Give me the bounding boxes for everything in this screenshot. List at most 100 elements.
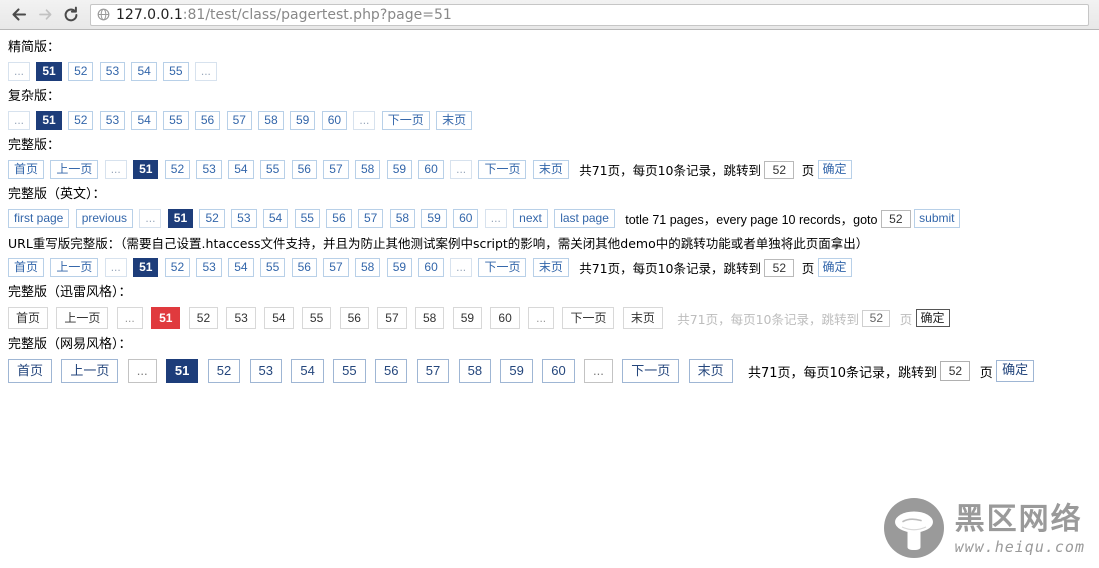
pager-page-55[interactable]: 55 <box>294 209 320 228</box>
pager-first-page[interactable]: 首页 <box>8 258 45 277</box>
pager-page-59[interactable]: 59 <box>386 258 413 277</box>
pager-page-54[interactable]: 54 <box>131 62 157 81</box>
address-bar[interactable]: 127.0.0.1:81/test/class/pagertest.php?pa… <box>90 3 1089 26</box>
pager-last-page[interactable]: 末页 <box>436 111 473 130</box>
pager-page-53[interactable]: 53 <box>226 307 256 329</box>
pager-page-53[interactable]: 53 <box>196 258 222 277</box>
pager-first-page[interactable]: 首页 <box>8 359 53 383</box>
pager-ellipsis[interactable]: ... <box>139 209 162 228</box>
jump-submit-button[interactable]: 确定 <box>915 309 950 327</box>
pager-last-page[interactable]: 末页 <box>532 160 569 179</box>
pager-page-52[interactable]: 52 <box>207 359 241 383</box>
pager-previous-page[interactable]: previous <box>75 209 134 228</box>
pager-page-52[interactable]: 52 <box>68 62 94 81</box>
pager-page-54[interactable]: 54 <box>228 160 254 179</box>
pager-last-page[interactable]: 末页 <box>532 258 569 277</box>
pager-current-page[interactable]: 51 <box>151 307 181 329</box>
pager-page-58[interactable]: 58 <box>258 111 284 130</box>
pager-page-60[interactable]: 60 <box>490 307 520 329</box>
pager-page-52[interactable]: 52 <box>188 307 219 329</box>
pager-last-page[interactable]: last page <box>554 209 615 228</box>
pager-last-page[interactable]: 末页 <box>622 307 663 329</box>
forward-button[interactable] <box>32 2 58 28</box>
pager-ellipsis[interactable]: ... <box>450 160 473 179</box>
jump-page-input[interactable] <box>764 160 795 179</box>
pager-page-56[interactable]: 56 <box>339 307 369 329</box>
pager-current-page[interactable]: 51 <box>36 62 62 81</box>
back-button[interactable] <box>6 2 32 28</box>
pager-page-57[interactable]: 57 <box>416 359 450 383</box>
pager-page-54[interactable]: 54 <box>262 209 289 228</box>
pager-page-60[interactable]: 60 <box>453 209 479 228</box>
pager-page-59[interactable]: 59 <box>421 209 447 228</box>
pager-page-55[interactable]: 55 <box>163 62 189 81</box>
pager-ellipsis[interactable]: ... <box>484 209 507 228</box>
pager-next-page[interactable]: 下一页 <box>478 258 527 277</box>
pager-page-59[interactable]: 59 <box>289 111 316 130</box>
jump-page-input[interactable] <box>862 309 891 327</box>
pager-page-60[interactable]: 60 <box>542 359 575 383</box>
jump-submit-button[interactable]: submit <box>914 209 960 228</box>
pager-page-60[interactable]: 60 <box>418 160 444 179</box>
pager-first-page[interactable]: first page <box>8 209 70 228</box>
pager-next-page[interactable]: 下一页 <box>562 307 615 329</box>
pager-page-53[interactable]: 53 <box>249 359 282 383</box>
pager-previous-page[interactable]: 上一页 <box>61 359 119 383</box>
pager-ellipsis[interactable]: ... <box>194 62 217 81</box>
pager-page-57[interactable]: 57 <box>323 160 349 179</box>
pager-page-55[interactable]: 55 <box>259 258 286 277</box>
jump-page-input[interactable] <box>880 209 911 228</box>
pager-page-56[interactable]: 56 <box>194 111 221 130</box>
pager-ellipsis[interactable]: ... <box>584 359 613 383</box>
pager-next-page[interactable]: 下一页 <box>622 359 680 383</box>
pager-page-54[interactable]: 54 <box>131 111 157 130</box>
pager-page-60[interactable]: 60 <box>418 258 444 277</box>
pager-last-page[interactable]: 末页 <box>688 359 733 383</box>
pager-current-page[interactable]: 51 <box>36 111 62 130</box>
pager-page-57[interactable]: 57 <box>226 111 252 130</box>
pager-next-page[interactable]: 下一页 <box>478 160 527 179</box>
pager-page-56[interactable]: 56 <box>291 258 317 277</box>
pager-page-56[interactable]: 56 <box>291 160 317 179</box>
pager-page-60[interactable]: 60 <box>321 111 348 130</box>
pager-previous-page[interactable]: 上一页 <box>50 258 99 277</box>
jump-page-input[interactable] <box>940 361 971 381</box>
pager-page-58[interactable]: 58 <box>389 209 416 228</box>
pager-page-53[interactable]: 53 <box>231 209 257 228</box>
pager-ellipsis[interactable]: ... <box>8 111 31 130</box>
pager-page-55[interactable]: 55 <box>301 307 332 329</box>
pager-page-53[interactable]: 53 <box>99 111 126 130</box>
pager-page-53[interactable]: 53 <box>99 62 126 81</box>
pager-page-55[interactable]: 55 <box>259 160 286 179</box>
pager-ellipsis[interactable]: ... <box>528 307 555 329</box>
pager-ellipsis[interactable]: ... <box>116 307 143 329</box>
pager-page-52[interactable]: 52 <box>164 258 191 277</box>
pager-page-55[interactable]: 55 <box>163 111 189 130</box>
pager-ellipsis[interactable]: ... <box>450 258 473 277</box>
jump-submit-button[interactable]: 确定 <box>817 258 852 277</box>
pager-page-54[interactable]: 54 <box>264 307 294 329</box>
pager-page-58[interactable]: 58 <box>355 160 381 179</box>
pager-current-page[interactable]: 51 <box>133 258 159 277</box>
pager-page-57[interactable]: 57 <box>357 209 384 228</box>
pager-page-59[interactable]: 59 <box>500 359 533 383</box>
jump-submit-button[interactable]: 确定 <box>817 160 852 179</box>
pager-page-55[interactable]: 55 <box>333 359 366 383</box>
pager-ellipsis[interactable]: ... <box>127 359 157 383</box>
pager-page-52[interactable]: 52 <box>164 160 191 179</box>
pager-first-page[interactable]: 首页 <box>8 307 49 329</box>
pager-page-56[interactable]: 56 <box>326 209 352 228</box>
pager-page-52[interactable]: 52 <box>68 111 94 130</box>
pager-ellipsis[interactable]: ... <box>8 62 31 81</box>
pager-current-page[interactable]: 51 <box>167 209 194 228</box>
pager-page-58[interactable]: 58 <box>355 258 381 277</box>
pager-page-57[interactable]: 57 <box>323 258 349 277</box>
pager-ellipsis[interactable]: ... <box>104 160 127 179</box>
pager-previous-page[interactable]: 上一页 <box>56 307 109 329</box>
pager-page-54[interactable]: 54 <box>291 359 324 383</box>
pager-page-57[interactable]: 57 <box>377 307 407 329</box>
pager-next-page[interactable]: 下一页 <box>381 111 430 130</box>
pager-ellipsis[interactable]: ... <box>104 258 127 277</box>
reload-button[interactable] <box>58 2 84 28</box>
pager-first-page[interactable]: 首页 <box>8 160 45 179</box>
